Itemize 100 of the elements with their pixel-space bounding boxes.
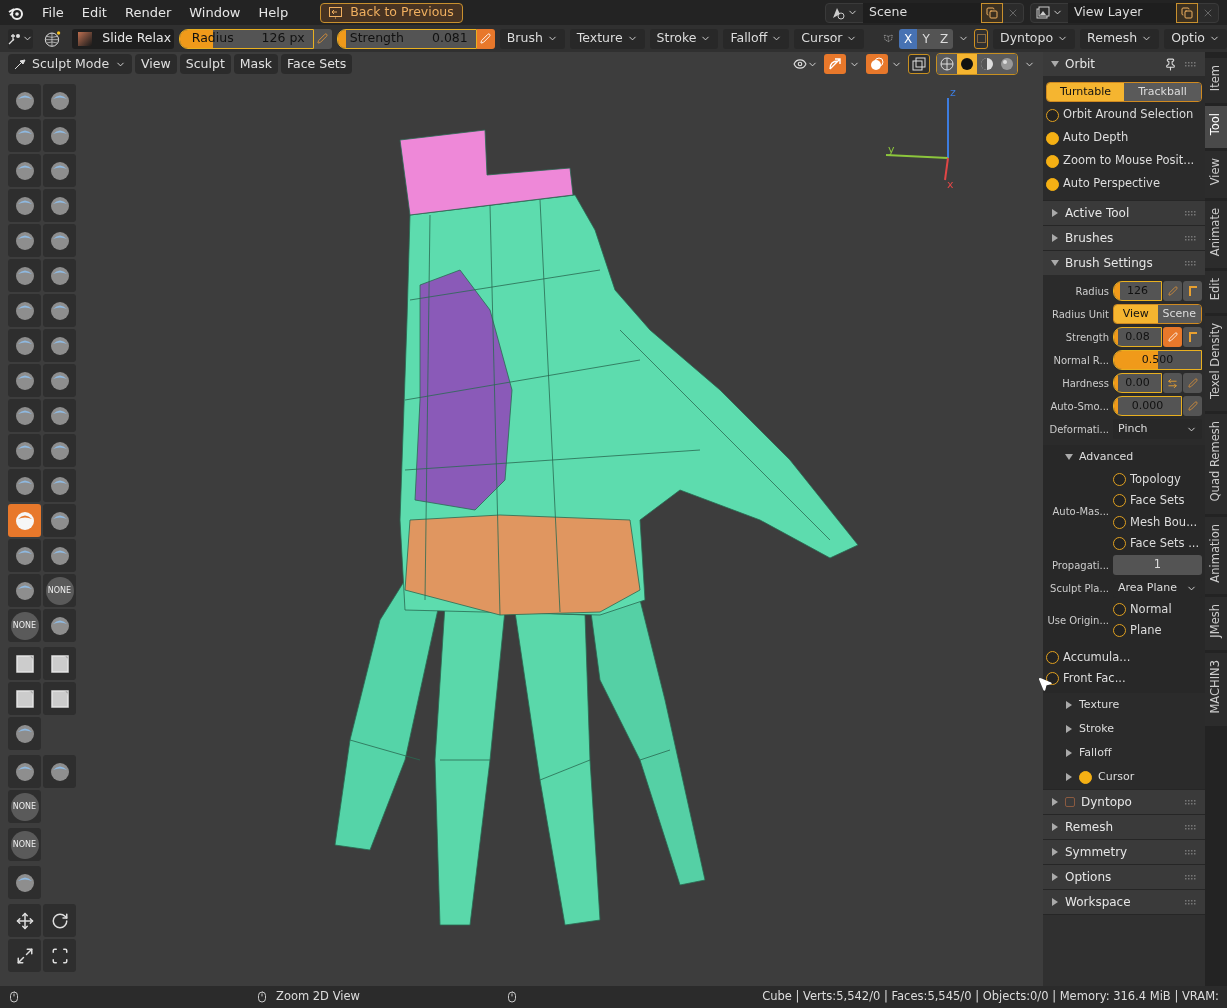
option-toggle[interactable]	[1163, 327, 1182, 347]
tool-button[interactable]	[43, 364, 76, 397]
expand-triangle-icon[interactable]	[1065, 725, 1073, 733]
sidebar-tab[interactable]: MACHIN3	[1205, 653, 1227, 727]
tool-button[interactable]	[8, 119, 41, 152]
back-to-previous-button[interactable]: Back to Previous	[320, 2, 463, 23]
tool-button[interactable]	[8, 755, 41, 788]
brush-name-field[interactable]: Slide Relax	[72, 28, 174, 49]
menu-item[interactable]: Edit	[73, 2, 115, 23]
pin-icon[interactable]	[1164, 57, 1177, 71]
tool-button[interactable]	[8, 329, 41, 362]
option-toggle[interactable]	[1163, 373, 1182, 393]
segment-option[interactable]: View	[1114, 305, 1158, 323]
mode-dropdown[interactable]: Sculpt Mode	[8, 54, 133, 74]
drag-handle-icon[interactable]	[1185, 899, 1197, 905]
overlay-toggle[interactable]	[866, 54, 888, 74]
tool-button[interactable]	[8, 154, 41, 187]
expand-triangle-icon[interactable]	[1051, 898, 1059, 906]
panel-title[interactable]: Orbit	[1065, 55, 1096, 73]
tool-button[interactable]	[8, 682, 41, 715]
option-toggle[interactable]	[1183, 373, 1202, 393]
checkbox[interactable]	[1046, 154, 1059, 168]
checkbox[interactable]	[1113, 473, 1126, 487]
subpanel-title[interactable]: Advanced	[1079, 448, 1134, 466]
subpanel-title[interactable]: Texture	[1079, 696, 1120, 714]
tool-button[interactable]	[8, 539, 41, 572]
tool-button[interactable]	[43, 259, 76, 292]
tool-button[interactable]	[43, 682, 76, 715]
drag-handle-icon[interactable]	[1185, 799, 1197, 805]
sidebar-tab[interactable]: JMesh	[1205, 597, 1227, 651]
overlay-toggle[interactable]	[824, 54, 846, 74]
tool-button[interactable]	[8, 399, 41, 432]
tool-button[interactable]	[43, 294, 76, 327]
option-toggle[interactable]	[1163, 281, 1182, 301]
drag-handle-icon[interactable]	[1185, 61, 1197, 67]
tool-button[interactable]	[8, 189, 41, 222]
tool-button[interactable]	[43, 399, 76, 432]
tool-button[interactable]	[43, 434, 76, 467]
tool-button[interactable]	[43, 939, 76, 972]
menu-dropdown[interactable]: Texture	[569, 28, 645, 49]
checkbox[interactable]	[1046, 108, 1059, 122]
dropdown[interactable]: Pinch	[1113, 419, 1202, 439]
tool-button[interactable]	[8, 364, 41, 397]
expand-triangle-icon[interactable]	[1051, 873, 1059, 881]
collapse-triangle-icon[interactable]	[1051, 259, 1059, 267]
sidebar-tab[interactable]: Animation	[1205, 516, 1227, 595]
checkbox[interactable]	[1046, 650, 1059, 664]
drag-handle-icon[interactable]	[1185, 849, 1197, 855]
option-toggle[interactable]	[1183, 281, 1202, 301]
sidebar-tab[interactable]: Animate	[1205, 200, 1227, 268]
visibility-icon[interactable]	[793, 57, 807, 71]
menu-dropdown[interactable]: Dyntopo	[993, 28, 1076, 49]
tool-button[interactable]	[43, 504, 76, 537]
tool-button[interactable]	[43, 647, 76, 680]
checkbox[interactable]	[1113, 624, 1126, 638]
checkbox[interactable]	[1113, 515, 1126, 529]
dyntopo-checkbox[interactable]	[974, 28, 988, 49]
segment-option[interactable]: Scene	[1157, 305, 1201, 323]
menu-dropdown[interactable]: Falloff	[723, 28, 790, 49]
tool-button[interactable]	[43, 469, 76, 502]
subpanel-title[interactable]: Stroke	[1079, 720, 1115, 738]
tool-button[interactable]: NONE	[8, 609, 41, 642]
shading-button[interactable]	[997, 54, 1017, 74]
axis-toggle[interactable]: Z	[935, 28, 954, 49]
shading-button[interactable]	[957, 54, 977, 74]
overlay-toggle[interactable]	[908, 54, 930, 74]
tool-button[interactable]	[43, 539, 76, 572]
tool-button[interactable]: NONE	[43, 574, 76, 607]
checkbox[interactable]	[1113, 494, 1126, 508]
segment-option[interactable]: Turntable	[1047, 83, 1124, 101]
tool-button[interactable]	[8, 866, 41, 899]
tool-button[interactable]	[8, 469, 41, 502]
checkbox[interactable]	[1113, 603, 1126, 617]
sidebar-tab[interactable]: Item	[1205, 58, 1227, 104]
menu-dropdown[interactable]: Optio	[1164, 28, 1227, 49]
menu-dropdown[interactable]: Cursor	[794, 28, 865, 49]
tool-button[interactable]	[8, 574, 41, 607]
tool-button[interactable]: NONE	[8, 828, 41, 861]
panel-checkbox[interactable]	[1065, 797, 1075, 807]
drag-handle-icon[interactable]	[1185, 824, 1197, 830]
checkbox[interactable]	[1046, 177, 1059, 191]
sidebar-tab[interactable]: Edit	[1205, 271, 1227, 313]
tool-button[interactable]	[8, 904, 41, 937]
menu-item[interactable]: Window	[181, 2, 249, 23]
drag-handle-icon[interactable]	[1185, 874, 1197, 880]
drag-handle-icon[interactable]	[1185, 260, 1197, 266]
menu-item[interactable]: File	[34, 2, 72, 23]
drag-handle-icon[interactable]	[1185, 235, 1197, 241]
tool-button[interactable]	[43, 154, 76, 187]
tool-button[interactable]	[43, 189, 76, 222]
collapse-triangle-icon[interactable]	[1051, 60, 1059, 68]
tool-button[interactable]: NONE	[8, 790, 41, 823]
tool-button[interactable]	[8, 647, 41, 680]
tool-dropdown[interactable]	[8, 28, 33, 49]
tool-button[interactable]	[8, 717, 41, 750]
expand-triangle-icon[interactable]	[1051, 848, 1059, 856]
checkbox[interactable]	[1046, 131, 1059, 145]
expand-triangle-icon[interactable]	[1051, 823, 1059, 831]
sidebar-tab[interactable]: Tool	[1205, 106, 1227, 149]
menu-item[interactable]: Help	[250, 2, 297, 23]
